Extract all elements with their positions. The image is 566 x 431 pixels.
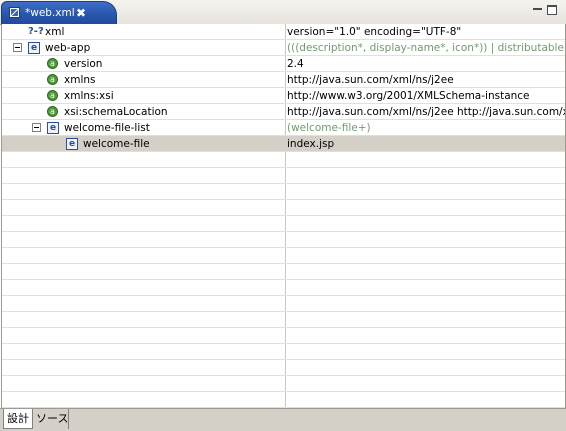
editor-tab-title: *web.xml: [25, 7, 75, 19]
empty-row: [2, 200, 565, 216]
node-name-label: xmlns:xsi: [64, 90, 114, 102]
node-value-cell[interactable]: 2.4: [287, 57, 565, 71]
empty-row: [2, 232, 565, 248]
tab-source[interactable]: ソース: [33, 409, 69, 429]
tree-row-web-app[interactable]: e web-app (((description*, display-name*, …: [2, 40, 565, 56]
node-value-cell[interactable]: http://java.sun.com/xml/ns/j2ee http://j…: [287, 105, 565, 119]
editor-tab-bar: *web.xml ✖: [0, 0, 566, 25]
attribute-icon: a: [47, 106, 58, 117]
tree-row-welcome-file-list[interactable]: e welcome-file-list (welcome-file+): [2, 120, 565, 136]
element-icon: e: [47, 122, 59, 134]
node-name-cell[interactable]: e welcome-file: [2, 136, 284, 152]
collapse-toggle-icon[interactable]: [32, 123, 41, 132]
node-name-cell[interactable]: a xmlns: [2, 72, 284, 88]
empty-row: [2, 312, 565, 328]
node-value-cell[interactable]: http://www.w3.org/2001/XMLSchema-instanc…: [287, 89, 565, 103]
content-model-hint[interactable]: (welcome-file+): [287, 121, 565, 135]
collapse-toggle-icon[interactable]: [13, 43, 22, 52]
minimize-icon[interactable]: [533, 5, 542, 14]
tree-row-xml[interactable]: ?-? xml version="1.0" encoding="UTF-8": [2, 24, 565, 40]
editor-page-tabs: 設計 ソース: [0, 408, 566, 431]
empty-row: [2, 280, 565, 296]
empty-row: [2, 328, 565, 344]
empty-row: [2, 248, 565, 264]
empty-row: [2, 152, 565, 168]
processing-instruction-icon: ?-?: [28, 26, 44, 37]
node-name-cell[interactable]: e web-app: [2, 40, 284, 56]
element-icon: e: [66, 138, 78, 150]
empty-row: [2, 344, 565, 360]
node-name-cell[interactable]: a xsi:schemaLocation: [2, 104, 284, 120]
tree-row-xmlns-xsi[interactable]: a xmlns:xsi http://www.w3.org/2001/XMLSche…: [2, 88, 565, 104]
element-icon: e: [28, 42, 40, 54]
node-name-cell[interactable]: e welcome-file-list: [2, 120, 284, 136]
node-value-cell[interactable]: index.jsp: [287, 137, 565, 151]
node-value-cell[interactable]: version="1.0" encoding="UTF-8": [287, 25, 565, 39]
close-icon[interactable]: ✖: [74, 6, 88, 20]
empty-row: [2, 360, 565, 376]
node-name-cell[interactable]: ?-? xml: [2, 24, 284, 40]
empty-row: [2, 296, 565, 312]
node-name-label: version: [64, 58, 103, 70]
tree-row-xsi-schemalocation[interactable]: a xsi:schemaLocation http://java.sun.com/x…: [2, 104, 565, 120]
node-name-cell[interactable]: a version: [2, 56, 284, 72]
tree-row-version[interactable]: a version 2.4: [2, 56, 565, 72]
empty-row: [2, 376, 565, 392]
attribute-icon: a: [47, 74, 58, 85]
empty-row: [2, 392, 565, 408]
empty-row: [2, 184, 565, 200]
attribute-icon: a: [47, 90, 58, 101]
empty-row: [2, 264, 565, 280]
node-name-label: welcome-file: [83, 138, 150, 150]
node-value-cell[interactable]: http://java.sun.com/xml/ns/j2ee: [287, 73, 565, 87]
node-name-cell[interactable]: a xmlns:xsi: [2, 88, 284, 104]
editor-tab-web-xml[interactable]: *web.xml ✖: [1, 1, 117, 24]
tree-row-welcome-file[interactable]: e welcome-file index.jsp: [2, 136, 565, 152]
tab-design[interactable]: 設計: [3, 409, 33, 429]
node-name-label: xsi:schemaLocation: [64, 106, 168, 118]
node-name-label: welcome-file-list: [64, 122, 150, 134]
node-name-label: xml: [45, 26, 65, 38]
xml-file-icon: [9, 7, 20, 18]
xml-tree-table[interactable]: ?-? xml version="1.0" encoding="UTF-8" e web…: [1, 24, 566, 408]
content-model-hint[interactable]: (((description*, display-name*, icon*)) …: [287, 41, 565, 55]
tree-row-xmlns[interactable]: a xmlns http://java.sun.com/xml/ns/j2ee: [2, 72, 565, 88]
maximize-icon[interactable]: [547, 5, 557, 15]
node-name-label: web-app: [45, 42, 91, 54]
empty-row: [2, 216, 565, 232]
empty-row: [2, 168, 565, 184]
node-name-label: xmlns: [64, 74, 96, 86]
attribute-icon: a: [47, 58, 58, 69]
